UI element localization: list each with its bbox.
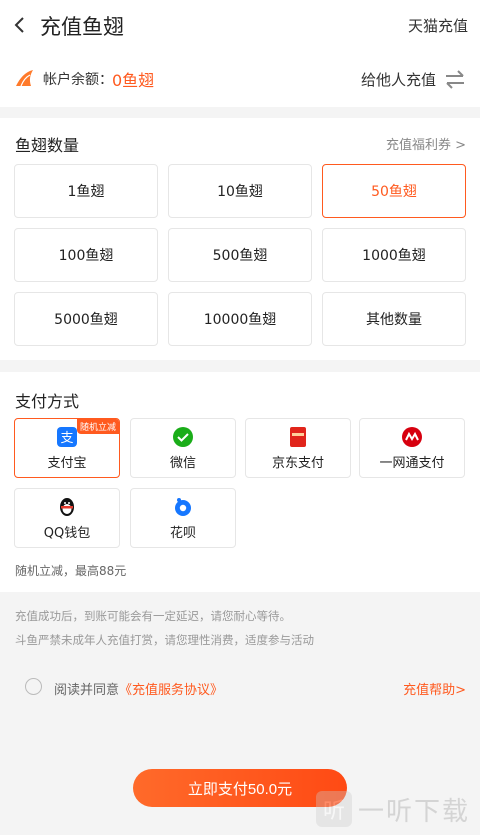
pay-method-label: 京东支付 bbox=[271, 456, 324, 471]
page-title: 充值鱼翅 bbox=[40, 15, 124, 39]
watermark: 听 一听下载 bbox=[315, 790, 470, 828]
pay-method-label: 花呗 bbox=[169, 526, 196, 541]
random-discount-note: 随机立减，最高88元 bbox=[15, 564, 127, 578]
header-bar: 充值鱼翅 天猫充值 bbox=[0, 0, 480, 52]
pay-now-button[interactable]: 立即支付50.0元 bbox=[133, 769, 347, 807]
amount-section: 鱼翅数量 充值福利券 > 1鱼翅 10鱼翅 50鱼翅 100鱼翅 500鱼翅 1… bbox=[0, 118, 480, 360]
jdpay-icon bbox=[290, 427, 306, 447]
pay-method-label: 微信 bbox=[169, 456, 196, 471]
agreement-row: 阅读并同意《充值服务协议》 充值帮助> bbox=[0, 666, 480, 710]
pay-method-label: 支付宝 bbox=[47, 456, 87, 471]
amount-option-5000[interactable]: 5000鱼翅 bbox=[14, 292, 158, 346]
amount-option-1[interactable]: 1鱼翅 bbox=[14, 164, 158, 218]
agreement-prefix: 阅读并同意 bbox=[54, 683, 120, 698]
amount-section-title: 鱼翅数量 bbox=[15, 136, 80, 155]
amount-option-500[interactable]: 500鱼翅 bbox=[168, 228, 312, 282]
recharge-help-link[interactable]: 充值帮助> bbox=[403, 679, 466, 698]
recharge-for-others-link[interactable]: 给他人充值 bbox=[361, 69, 436, 90]
payment-section: 支付方式 支 随机立减 支付宝 微信 京东支付 一网通支付 QQ钱包 花呗 随机… bbox=[0, 372, 480, 592]
amount-option-1000[interactable]: 1000鱼翅 bbox=[322, 228, 466, 282]
balance-label: 帐户余额： bbox=[43, 72, 113, 88]
back-arrow-icon[interactable] bbox=[8, 10, 32, 40]
swap-arrows-icon[interactable] bbox=[444, 68, 466, 90]
pay-method-alipay[interactable]: 支 随机立减 支付宝 bbox=[14, 418, 120, 478]
note-line: 充值成功后，到账可能会有一定延迟，请您耐心等待。 bbox=[15, 609, 291, 623]
service-agreement-link[interactable]: 《充值服务协议》 bbox=[119, 683, 223, 698]
svg-text:支: 支 bbox=[60, 431, 73, 446]
note-line: 斗鱼严禁未成年人充值打赏，请您理性消费，适度参与活动 bbox=[15, 633, 314, 647]
pay-method-wechat[interactable]: 微信 bbox=[130, 418, 236, 478]
coupon-link[interactable]: 充值福利券 > bbox=[386, 134, 466, 153]
pay-method-label: QQ钱包 bbox=[43, 526, 91, 541]
pay-method-qqwallet[interactable]: QQ钱包 bbox=[14, 488, 120, 548]
amount-option-10[interactable]: 10鱼翅 bbox=[168, 164, 312, 218]
pay-method-jdpay[interactable]: 京东支付 bbox=[245, 418, 351, 478]
cmb-icon bbox=[402, 427, 422, 447]
huabei-icon bbox=[175, 498, 191, 516]
payment-section-title: 支付方式 bbox=[15, 392, 80, 411]
agree-radio[interactable] bbox=[25, 678, 42, 695]
watermark-text: 一听下载 bbox=[357, 796, 470, 827]
agreement-text: 阅读并同意《充值服务协议》 bbox=[54, 679, 223, 698]
watermark-logo-icon: 听 bbox=[315, 791, 352, 827]
amount-option-100[interactable]: 100鱼翅 bbox=[14, 228, 158, 282]
alipay-icon: 支 bbox=[57, 427, 77, 447]
amount-option-50[interactable]: 50鱼翅 bbox=[322, 164, 466, 218]
pay-method-label: 一网通支付 bbox=[379, 456, 445, 471]
qq-penguin-icon bbox=[60, 498, 74, 516]
pay-method-cmb[interactable]: 一网通支付 bbox=[359, 418, 465, 478]
amount-option-other[interactable]: 其他数量 bbox=[322, 292, 466, 346]
promo-tag: 随机立减 bbox=[76, 419, 119, 434]
recharge-notes: 充值成功后，到账可能会有一定延迟，请您耐心等待。 斗鱼严禁未成年人充值打赏，请您… bbox=[15, 604, 314, 652]
shark-fin-icon bbox=[16, 70, 33, 87]
pay-method-huabei[interactable]: 花呗 bbox=[130, 488, 236, 548]
tmall-recharge-link[interactable]: 天猫充值 bbox=[408, 15, 468, 36]
balance-value: 0鱼翅 bbox=[112, 71, 155, 90]
wechat-icon bbox=[173, 427, 193, 447]
balance-row: 帐户余额： 0鱼翅 给他人充值 bbox=[0, 52, 480, 107]
amount-option-10000[interactable]: 10000鱼翅 bbox=[168, 292, 312, 346]
